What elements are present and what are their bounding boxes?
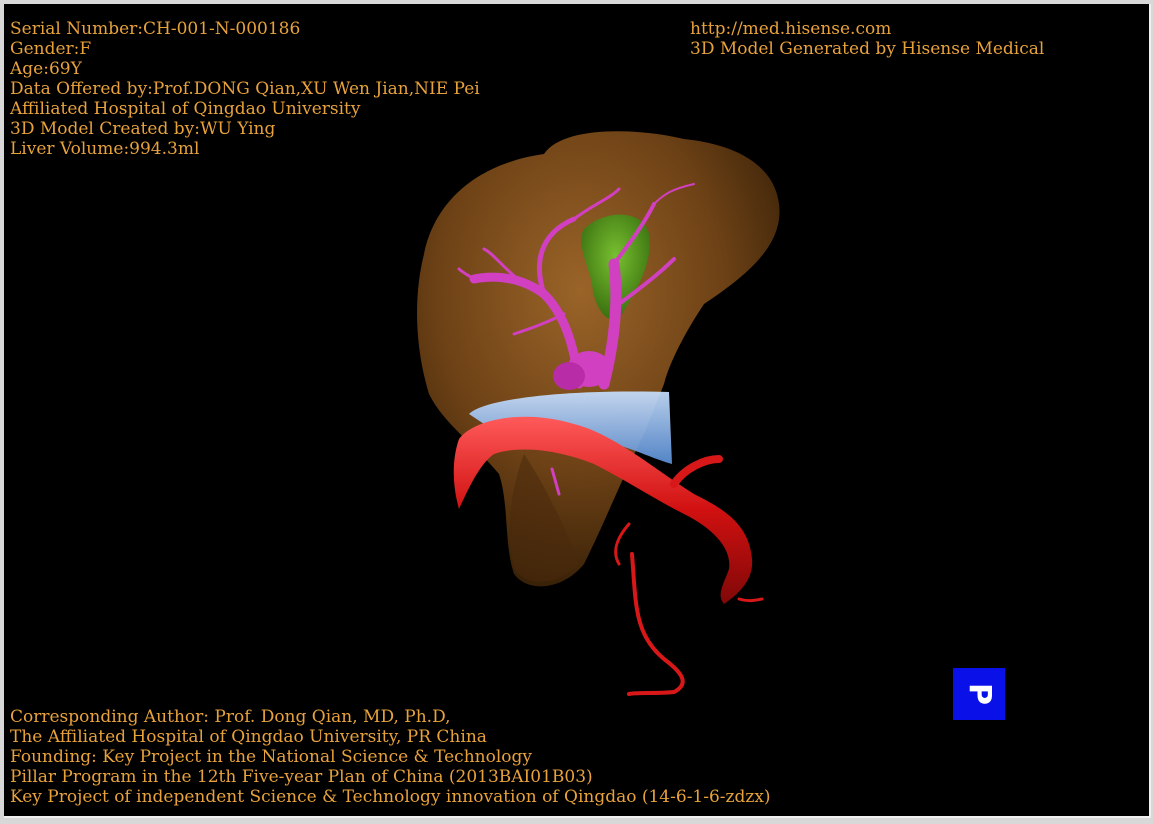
data-offered-text: Data Offered by:Prof.DONG Qian,XU Wen Ji… <box>10 79 480 99</box>
hospital-text: Affiliated Hospital of Qingdao Universit… <box>10 99 361 119</box>
serial-number-text: Serial Number:CH-001-N-000186 <box>10 19 301 39</box>
liver-volume-text: Liver Volume:994.3ml <box>10 139 200 159</box>
generator-text: 3D Model Generated by Hisense Medical <box>690 39 1045 59</box>
funding-text: Founding: Key Project in the National Sc… <box>10 747 532 767</box>
age-text: Age:69Y <box>10 59 82 79</box>
source-info-block: http://med.hisense.com 3D Model Generate… <box>690 19 1044 59</box>
website-url-text: http://med.hisense.com <box>690 19 892 39</box>
3d-viewport[interactable]: Serial Number:CH-001-N-000186 Gender:F A… <box>4 4 1151 818</box>
model-creator-text: 3D Model Created by:WU Ying <box>10 119 276 139</box>
patient-info-block: Serial Number:CH-001-N-000186 Gender:F A… <box>10 19 480 159</box>
affiliation-text: The Affiliated Hospital of Qingdao Unive… <box>10 727 487 747</box>
credits-block: Corresponding Author: Prof. Dong Qian, M… <box>10 707 771 807</box>
program-text: Pillar Program in the 12th Five-year Pla… <box>10 767 593 787</box>
corresponding-author-text: Corresponding Author: Prof. Dong Qian, M… <box>10 707 451 727</box>
orientation-marker-icon: P <box>953 668 1005 720</box>
gender-text: Gender:F <box>10 39 92 59</box>
project-text: Key Project of independent Science & Tec… <box>10 787 771 807</box>
